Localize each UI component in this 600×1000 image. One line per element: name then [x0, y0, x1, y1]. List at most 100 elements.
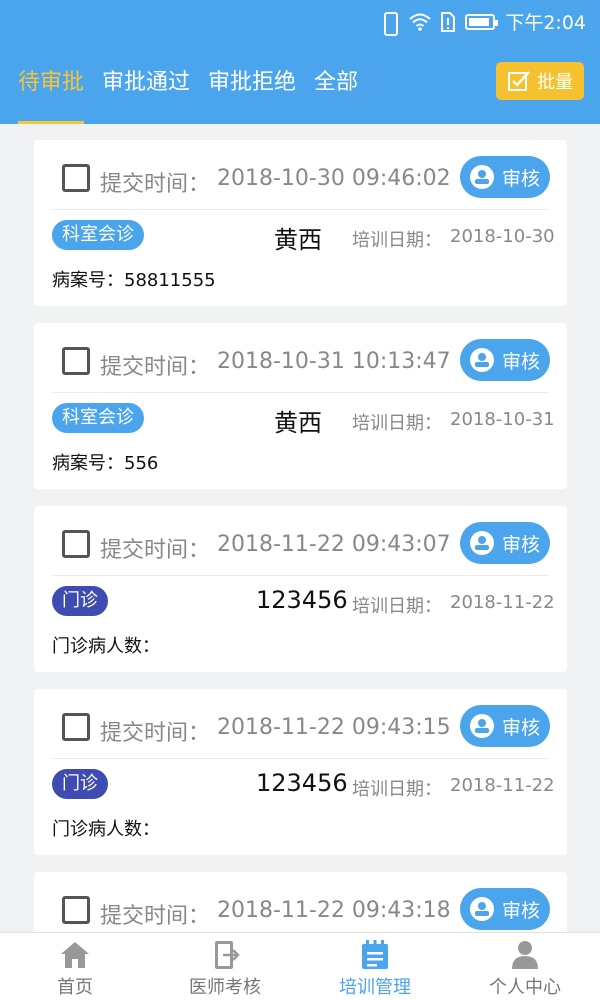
- nav-label: 首页: [57, 977, 93, 998]
- divider: [52, 392, 549, 393]
- review-button-label: 审核: [502, 899, 541, 922]
- filter-tabs: 待审批 审批通过 审批拒绝 全部: [18, 64, 376, 124]
- extra-label: 病案号：: [52, 270, 124, 291]
- category-tag: 科室会诊: [52, 403, 144, 433]
- record-card[interactable]: 提交时间： 2018-11-22 09:43:15 审核 门诊 123456 培…: [34, 689, 567, 855]
- train-date: 2018-10-31: [450, 409, 555, 430]
- tab-rejected[interactable]: 审批拒绝: [208, 64, 296, 124]
- batch-button[interactable]: 批量: [496, 62, 584, 100]
- record-list: 提交时间： 2018-10-30 09:46:02 审核 科室会诊 黄西 培训日…: [0, 124, 600, 932]
- review-button[interactable]: 审核: [460, 522, 550, 564]
- submit-time: 2018-11-22 09:43:15: [217, 715, 451, 740]
- train-date-label: 培训日期：: [352, 230, 442, 251]
- review-button-label: 审核: [502, 167, 541, 190]
- review-icon: [470, 348, 494, 372]
- record-extra: 病案号：556: [52, 449, 158, 475]
- select-checkbox[interactable]: [62, 347, 90, 375]
- extra-value: 58811555: [124, 270, 216, 291]
- batch-button-label: 批量: [537, 72, 573, 93]
- record-name: 123456: [256, 769, 348, 797]
- record-name: 黄西: [274, 226, 322, 254]
- select-checkbox[interactable]: [62, 713, 90, 741]
- select-checkbox[interactable]: [62, 164, 90, 192]
- battery-icon: [465, 13, 499, 30]
- review-button[interactable]: 审核: [460, 705, 550, 747]
- record-card[interactable]: 提交时间： 2018-11-22 09:43:07 审核 门诊 123456 培…: [34, 506, 567, 672]
- app-header: 下午2:04 待审批 审批通过 审批拒绝 全部 批量: [0, 0, 600, 124]
- status-bar: 下午2:04: [0, 0, 600, 42]
- record-extra: 门诊病人数：: [52, 632, 160, 658]
- sim-alert-icon: [441, 11, 456, 32]
- review-button[interactable]: 审核: [460, 156, 550, 198]
- user-icon: [512, 941, 538, 969]
- batch-check-icon: [508, 71, 530, 91]
- review-button-label: 审核: [502, 350, 541, 373]
- review-icon: [470, 165, 494, 189]
- record-name: 123456: [256, 586, 348, 614]
- status-icons: 下午2:04: [379, 8, 586, 36]
- train-date-label: 培训日期：: [352, 413, 442, 434]
- submit-time: 2018-10-30 09:46:02: [217, 166, 451, 191]
- nav-item-exam[interactable]: 医师考核: [150, 933, 300, 1000]
- review-icon: [470, 897, 494, 921]
- submit-time-label: 提交时间：: [100, 721, 211, 746]
- select-checkbox[interactable]: [62, 896, 90, 924]
- nav-label: 个人中心: [489, 977, 561, 998]
- record-extra: 病案号：58811555: [52, 266, 216, 292]
- tab-approved[interactable]: 审批通过: [102, 64, 190, 124]
- submit-time-label: 提交时间：: [100, 355, 211, 380]
- card-header: 提交时间： 2018-11-22 09:43:07 审核: [34, 506, 567, 574]
- nav-label: 医师考核: [189, 977, 261, 998]
- vibrate-icon: [379, 11, 399, 36]
- select-checkbox[interactable]: [62, 530, 90, 558]
- review-button[interactable]: 审核: [460, 888, 550, 930]
- record-extra: 门诊病人数：: [52, 815, 160, 841]
- divider: [52, 575, 549, 576]
- category-tag: 科室会诊: [52, 220, 144, 250]
- category-tag: 门诊: [52, 769, 108, 799]
- nav-item-home[interactable]: 首页: [0, 933, 150, 1000]
- review-button[interactable]: 审核: [460, 339, 550, 381]
- wifi-icon: [409, 13, 431, 31]
- train-date-label: 培训日期：: [352, 596, 442, 617]
- submit-time: 2018-10-31 10:13:47: [217, 349, 451, 374]
- train-date: 2018-10-30: [450, 226, 555, 247]
- training-icon: [362, 940, 388, 969]
- status-time: 下午2:04: [505, 12, 586, 34]
- nav-item-profile[interactable]: 个人中心: [450, 933, 600, 1000]
- record-card[interactable]: 提交时间： 2018-10-30 09:46:02 审核 科室会诊 黄西 培训日…: [34, 140, 567, 306]
- submit-time-label: 提交时间：: [100, 538, 211, 563]
- submit-time-label: 提交时间：: [100, 904, 211, 929]
- train-date: 2018-11-22: [450, 775, 555, 796]
- submit-time: 2018-11-22 09:43:18: [217, 898, 451, 923]
- submit-time-label: 提交时间：: [100, 172, 211, 197]
- divider: [52, 209, 549, 210]
- divider: [52, 758, 549, 759]
- record-card[interactable]: 提交时间： 2018-10-31 10:13:47 审核 科室会诊 黄西 培训日…: [34, 323, 567, 489]
- card-header: 提交时间： 2018-10-31 10:13:47 审核: [34, 323, 567, 391]
- category-tag: 门诊: [52, 586, 108, 616]
- extra-label: 病案号：: [52, 453, 124, 474]
- train-date-label: 培训日期：: [352, 779, 442, 800]
- record-name: 黄西: [274, 409, 322, 437]
- tab-all[interactable]: 全部: [314, 64, 358, 124]
- submit-time: 2018-11-22 09:43:07: [217, 532, 451, 557]
- review-icon: [470, 714, 494, 738]
- exam-icon: [215, 941, 240, 969]
- extra-value: 556: [124, 453, 159, 474]
- review-icon: [470, 531, 494, 555]
- tab-pending[interactable]: 待审批: [18, 64, 85, 124]
- card-header: 提交时间： 2018-11-22 09:43:15 审核: [34, 689, 567, 757]
- record-card[interactable]: 提交时间： 2018-11-22 09:43:18 审核: [34, 872, 567, 932]
- extra-label: 门诊病人数：: [52, 819, 160, 840]
- home-icon: [61, 942, 89, 968]
- bottom-nav: 首页 医师考核 培训管理 个人中心: [0, 932, 600, 1000]
- review-button-label: 审核: [502, 533, 541, 556]
- nav-item-training[interactable]: 培训管理: [300, 933, 450, 1000]
- extra-label: 门诊病人数：: [52, 636, 160, 657]
- card-header: 提交时间： 2018-11-22 09:43:18 审核: [34, 872, 567, 932]
- review-button-label: 审核: [502, 716, 541, 739]
- card-header: 提交时间： 2018-10-30 09:46:02 审核: [34, 140, 567, 208]
- train-date: 2018-11-22: [450, 592, 555, 613]
- nav-label: 培训管理: [339, 977, 411, 998]
